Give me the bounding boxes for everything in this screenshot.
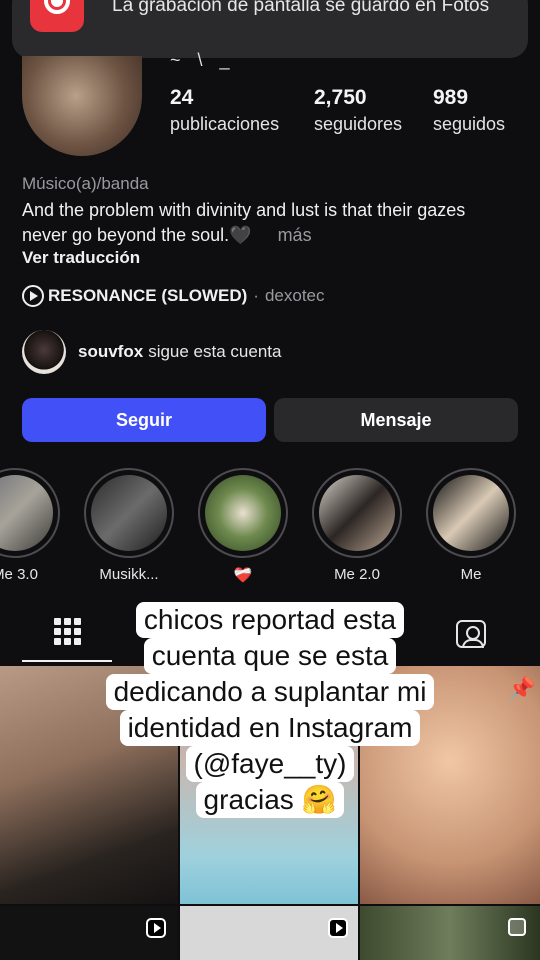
profile-category: Músico(a)/banda <box>22 174 149 193</box>
music-separator: · <box>253 286 259 305</box>
followers-count: 2,750 <box>314 86 367 109</box>
message-button[interactable]: Mensaje <box>274 398 518 442</box>
caption-line: identidad en Instagram <box>119 710 421 746</box>
following-label: seguidos <box>433 114 506 134</box>
caption-line: gracias 🤗 <box>195 782 345 818</box>
music-artist: dexotec <box>264 286 325 305</box>
bio-more-link[interactable]: más <box>278 225 312 245</box>
follow-button[interactable]: Seguir <box>22 398 266 442</box>
carousel-icon <box>508 918 526 936</box>
profile-avatar[interactable] <box>22 56 142 156</box>
highlight-item[interactable]: ❤️‍🩹 <box>198 468 288 584</box>
caption-line: cuenta que se esta <box>143 638 397 674</box>
followed-by[interactable]: souvfox sigue esta cuenta <box>22 330 281 374</box>
screen-record-icon <box>30 0 84 32</box>
profile-bio: And the problem with divinity and lust i… <box>22 198 492 248</box>
profile-name-partial: ~ \ _ <box>170 50 236 70</box>
profile-music[interactable]: RESONANCE (SLOWED) · dexotec <box>22 285 325 307</box>
bio-text: And the problem with divinity and lust i… <box>22 200 466 245</box>
music-title: RESONANCE (SLOWED) <box>48 286 248 305</box>
follower-username: souvfox <box>78 342 144 361</box>
highlight-image <box>205 475 281 551</box>
stat-posts[interactable]: 24 publicaciones <box>170 86 279 135</box>
posts-label: publicaciones <box>170 114 280 134</box>
overlay-caption: chicos reportad esta cuenta que se esta … <box>0 602 540 818</box>
caption-line: dedicando a suplantar mi <box>105 674 435 710</box>
reel-icon <box>146 918 166 938</box>
highlight-label: Me <box>460 566 482 583</box>
highlight-label: ❤️‍🩹 <box>233 567 253 584</box>
highlight-label: Musikk... <box>99 566 159 583</box>
caption-line: chicos reportad esta <box>135 602 405 638</box>
followers-label: seguidores <box>314 114 403 134</box>
posts-count: 24 <box>170 86 194 109</box>
screen-recording-notification[interactable]: La grabación de pantalla se guardó en Fo… <box>12 0 528 58</box>
highlight-label: Me 2.0 <box>334 566 380 583</box>
highlight-image <box>433 475 509 551</box>
highlight-item[interactable]: Me 3.0 <box>0 468 60 583</box>
highlight-item[interactable]: Musikk... <box>84 468 174 583</box>
stat-followers[interactable]: 2,750 seguidores <box>314 86 402 135</box>
reel-icon <box>328 918 348 938</box>
caption-line: (@faye__ty) <box>185 746 355 782</box>
highlight-item[interactable]: Me 2.0 <box>312 468 402 583</box>
following-count: 989 <box>433 86 469 109</box>
highlight-label: Me 3.0 <box>0 566 38 583</box>
follower-text: sigue esta cuenta <box>148 342 282 361</box>
highlight-image <box>0 475 53 551</box>
stat-following[interactable]: 989 seguidos <box>433 86 505 135</box>
highlight-item[interactable]: Me <box>426 468 516 583</box>
highlight-image <box>319 475 395 551</box>
see-translation-link[interactable]: Ver traducción <box>22 248 140 268</box>
follower-avatar <box>22 330 66 374</box>
highlight-image <box>91 475 167 551</box>
notification-text: La grabación de pantalla se guardó en Fo… <box>112 0 490 16</box>
play-icon <box>22 285 44 307</box>
